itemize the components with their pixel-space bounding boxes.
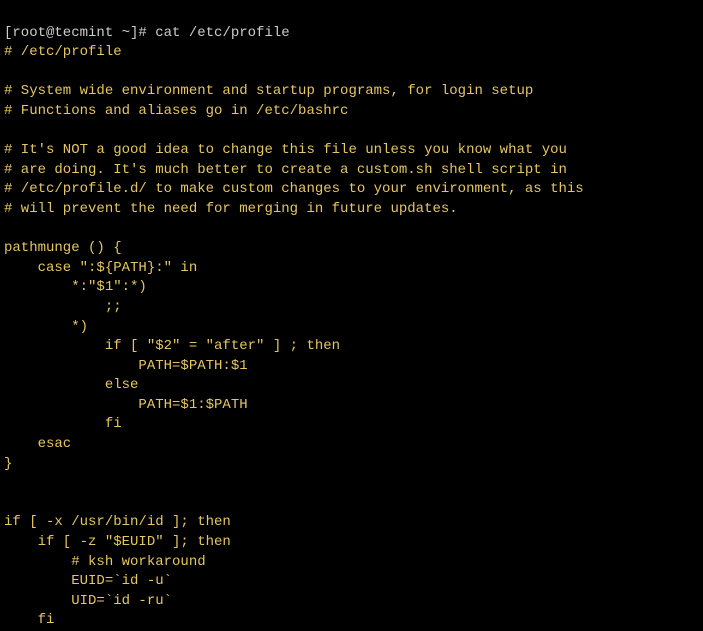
- output-line: if [ "$2" = "after" ] ; then: [4, 338, 340, 354]
- output-line: # are doing. It's much better to create …: [4, 162, 567, 178]
- output-line: EUID=`id -u`: [4, 573, 172, 589]
- output-line: # /etc/profile: [4, 44, 122, 60]
- output-line: # ksh workaround: [4, 554, 206, 570]
- output-line: fi: [4, 416, 122, 432]
- output-line: esac: [4, 436, 71, 452]
- output-line: # Functions and aliases go in /etc/bashr…: [4, 103, 348, 119]
- output-line: ;;: [4, 299, 122, 315]
- output-line: else: [4, 377, 138, 393]
- output-line: }: [4, 456, 12, 472]
- output-line: if [ -x /usr/bin/id ]; then: [4, 514, 231, 530]
- output-line: # /etc/profile.d/ to make custom changes…: [4, 181, 584, 197]
- shell-prompt-line: [root@tecmint ~]# cat /etc/profile: [4, 25, 290, 41]
- output-line: # System wide environment and startup pr…: [4, 83, 533, 99]
- output-line: # It's NOT a good idea to change this fi…: [4, 142, 567, 158]
- output-line: *:"$1":*): [4, 279, 147, 295]
- prompt-text: [root@tecmint ~]#: [4, 25, 155, 41]
- output-line: # will prevent the need for merging in f…: [4, 201, 458, 217]
- output-line: PATH=$PATH:$1: [4, 358, 248, 374]
- output-line: pathmunge () {: [4, 240, 122, 256]
- output-line: fi: [4, 612, 54, 628]
- output-line: UID=`id -ru`: [4, 593, 172, 609]
- command-text: cat /etc/profile: [155, 25, 289, 41]
- output-line: PATH=$1:$PATH: [4, 397, 248, 413]
- output-line: case ":${PATH}:" in: [4, 260, 197, 276]
- output-line: if [ -z "$EUID" ]; then: [4, 534, 231, 550]
- terminal-output: [root@tecmint ~]# cat /etc/profile # /et…: [4, 4, 699, 631]
- output-line: *): [4, 319, 88, 335]
